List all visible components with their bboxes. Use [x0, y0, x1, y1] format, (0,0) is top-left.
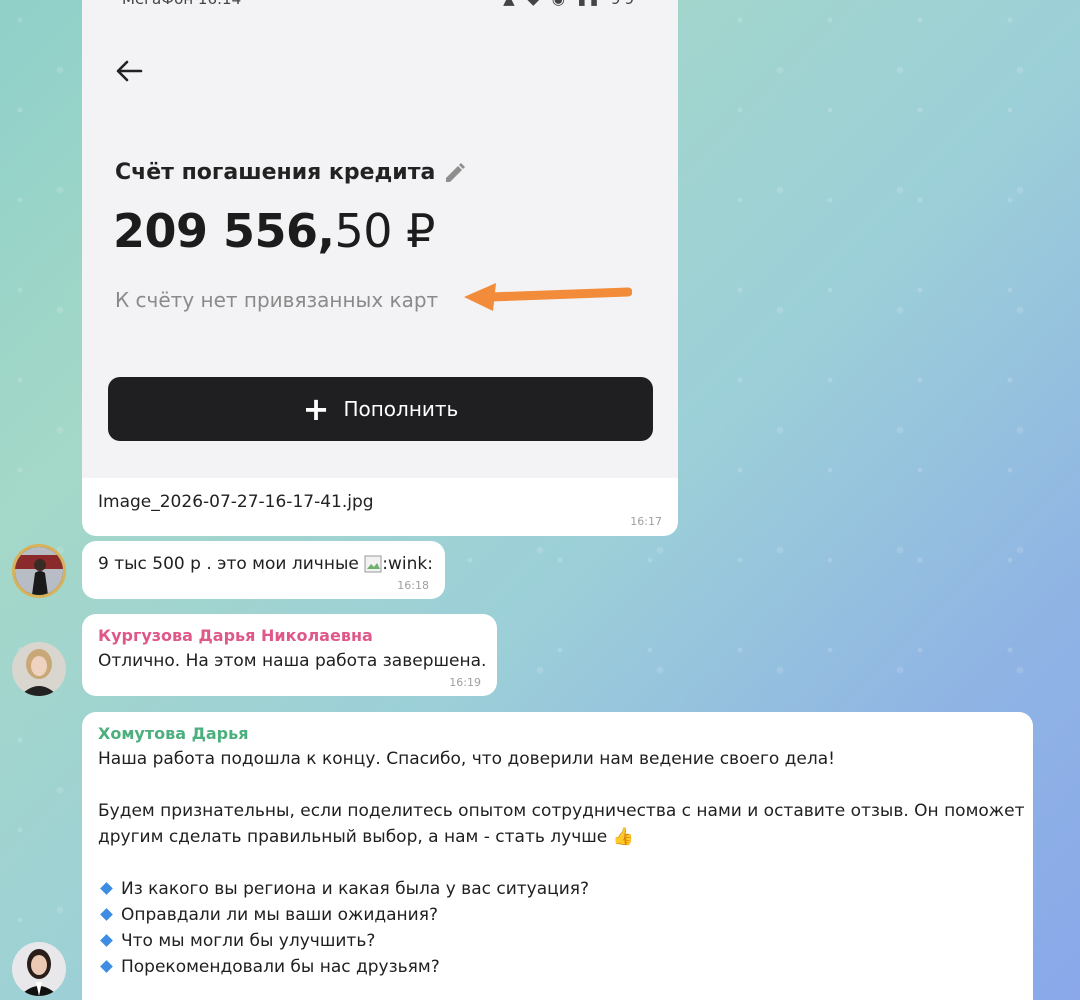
bullet-text: Порекомендовали бы нас друзьям? — [121, 957, 440, 977]
balance-cents: 50 ₽ — [334, 204, 436, 258]
message-time: 16:18 — [397, 579, 429, 592]
account-title-text: Счёт погашения кредита — [115, 160, 436, 185]
bullet-text: Оправдали ли мы ваши ожидания? — [121, 905, 438, 925]
message-line: другим сделать правильный выбор, а нам -… — [98, 824, 1017, 850]
message-line-text: другим сделать правильный выбор, а нам -… — [98, 827, 608, 847]
account-balance: 209 556,50 ₽ — [113, 204, 435, 258]
edit-pencil-icon — [443, 161, 467, 185]
bullet-item: Оправдали ли мы ваши ожидания? — [98, 902, 1017, 928]
message-text-content: 9 тыс 500 р . это мои личные — [98, 554, 359, 574]
blue-diamond-icon — [100, 933, 113, 947]
message-line: Будем признательны, если поделитесь опыт… — [98, 801, 1025, 821]
sender-name[interactable]: Хомутова Дарья — [98, 722, 1017, 746]
avatar[interactable] — [12, 544, 66, 598]
blue-diamond-icon — [100, 907, 113, 921]
topup-button: + Пополнить — [108, 377, 653, 441]
message-bubble[interactable]: Хомутова Дарья Наша работа подошла к кон… — [82, 712, 1033, 1000]
sender-name[interactable]: Кургузова Дарья Николаевна — [98, 624, 481, 648]
status-right: ▲ ◆ ◉ ▮▮ 99 — [503, 0, 638, 8]
topup-label: Пополнить — [343, 397, 459, 421]
message-text: 9 тыс 500 р . это мои личные :wink: — [98, 551, 433, 577]
message-bubble[interactable]: 9 тыс 500 р . это мои личные :wink: 16:1… — [82, 541, 445, 599]
broken-image-alt: :wink: — [382, 554, 433, 574]
status-left: МегаФон 16:14 — [122, 0, 241, 8]
blue-diamond-icon — [100, 959, 113, 973]
message-time: 16:19 — [449, 676, 481, 689]
bullet-item: Порекомендовали бы нас друзьям? — [98, 954, 1017, 980]
account-title: Счёт погашения кредита — [115, 160, 467, 185]
message-bubble[interactable]: Кургузова Дарья Николаевна Отлично. На э… — [82, 614, 497, 696]
balance-whole: 209 556, — [113, 204, 335, 258]
orange-arrow-annotation — [464, 283, 632, 311]
image-message-bubble[interactable]: МегаФон 16:14 ▲ ◆ ◉ ▮▮ 99 Счёт погашения… — [82, 0, 678, 536]
no-linked-cards-text: К счёту нет привязанных карт — [115, 288, 439, 312]
avatar[interactable] — [12, 942, 66, 996]
bullet-item: Из какого вы региона и какая была у вас … — [98, 876, 1017, 902]
back-arrow-icon — [112, 54, 146, 88]
image-file-name[interactable]: Image_2026-07-27-16-17-41.jpg — [98, 492, 374, 512]
bullet-text: Из какого вы региона и какая была у вас … — [121, 879, 590, 899]
broken-image-icon: :wink: — [364, 551, 433, 577]
screenshot-image[interactable]: МегаФон 16:14 ▲ ◆ ◉ ▮▮ 99 Счёт погашения… — [82, 0, 678, 478]
message-line: Наша работа подошла к концу. Спасибо, чт… — [98, 749, 835, 769]
bullet-item: Что мы могли бы улучшить? — [98, 928, 1017, 954]
message-text: Отлично. На этом наша работа завершена. — [98, 651, 487, 671]
avatar[interactable] — [12, 642, 66, 696]
message-time: 16:17 — [630, 515, 662, 528]
plus-icon: + — [302, 390, 330, 428]
phone-status-bar: МегаФон 16:14 ▲ ◆ ◉ ▮▮ 99 — [82, 0, 678, 10]
bullet-text: Что мы могли бы улучшить? — [121, 931, 376, 951]
thumbs-up-icon: 👍 — [612, 827, 634, 847]
blue-diamond-icon — [100, 881, 113, 895]
